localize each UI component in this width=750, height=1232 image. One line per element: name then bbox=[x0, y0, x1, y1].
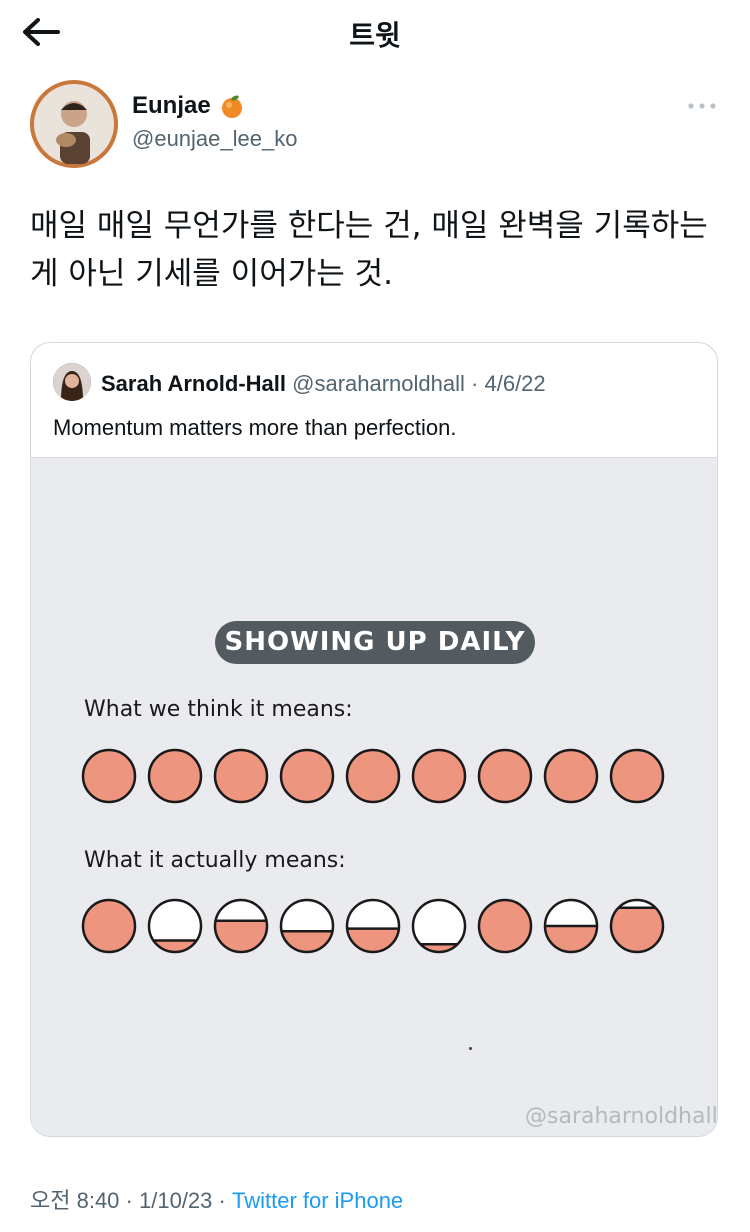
actual-label: What it actually means: bbox=[84, 848, 346, 873]
comic-title: SHOWING UP DAILY bbox=[224, 627, 526, 657]
quoted-tweet-image[interactable]: SHOWING UP DAILY What we think it means:… bbox=[31, 457, 718, 1136]
watermark: @saraharnoldhall bbox=[525, 1104, 718, 1129]
quoted-author-avatar bbox=[53, 363, 91, 401]
quoted-tweet-date: 4/6/22 bbox=[484, 371, 546, 396]
page-title: 트윗 bbox=[349, 19, 401, 52]
quoted-author-handle: @saraharnoldhall bbox=[292, 371, 465, 396]
more-horizontal-icon[interactable] bbox=[686, 98, 718, 114]
stray-dot bbox=[469, 1047, 472, 1050]
think-circle-9 bbox=[609, 748, 665, 804]
actual-circle-5 bbox=[345, 898, 401, 954]
source-link[interactable]: Twitter for iPhone bbox=[232, 1188, 403, 1213]
think-label: What we think it means: bbox=[84, 697, 353, 722]
tweet-time: 오전 8:40 bbox=[30, 1188, 120, 1213]
actual-circle-6 bbox=[411, 898, 467, 954]
actual-circle-4 bbox=[279, 898, 335, 954]
tangerine-icon bbox=[221, 95, 242, 118]
tweet-meta: 오전 8:40 · 1/10/23 · Twitter for iPhone bbox=[30, 1183, 403, 1215]
think-circle-4 bbox=[279, 748, 335, 804]
think-circle-6 bbox=[411, 748, 467, 804]
actual-circle-7 bbox=[477, 898, 533, 954]
actual-circles-row bbox=[81, 898, 665, 954]
quoted-tweet-card[interactable]: Sarah Arnold-Hall @saraharnoldhall · 4/6… bbox=[30, 342, 718, 1137]
separator-dot: · bbox=[218, 1188, 226, 1213]
actual-circle-3 bbox=[213, 898, 269, 954]
actual-circle-2 bbox=[147, 898, 203, 954]
separator-dot: · bbox=[471, 371, 479, 396]
author-handle: @eunjae_lee_ko bbox=[132, 126, 298, 151]
actual-circle-8 bbox=[543, 898, 599, 954]
quoted-tweet-header: Sarah Arnold-Hall @saraharnoldhall · 4/6… bbox=[101, 371, 546, 397]
quoted-author-name: Sarah Arnold-Hall bbox=[101, 371, 286, 396]
author-name: Eunjae bbox=[132, 92, 211, 119]
actual-circle-9 bbox=[609, 898, 665, 954]
think-circle-5 bbox=[345, 748, 401, 804]
author-name-row[interactable]: Eunjae bbox=[132, 92, 245, 120]
tweet-text: 매일 매일 무언가를 한다는 건, 매일 완벽을 기록하는 게 아닌 기세를 이… bbox=[30, 208, 708, 292]
think-circle-2 bbox=[147, 748, 203, 804]
separator-dot: · bbox=[125, 1188, 133, 1213]
quoted-tweet-text: Momentum matters more than perfection. bbox=[53, 415, 457, 440]
think-circle-1 bbox=[81, 748, 137, 804]
think-circles-row bbox=[81, 748, 665, 804]
think-circle-7 bbox=[477, 748, 533, 804]
author-avatar[interactable] bbox=[30, 80, 118, 168]
think-circle-3 bbox=[213, 748, 269, 804]
think-circle-8 bbox=[543, 748, 599, 804]
actual-circle-1 bbox=[81, 898, 137, 954]
tweet-date: 1/10/23 bbox=[139, 1188, 213, 1213]
